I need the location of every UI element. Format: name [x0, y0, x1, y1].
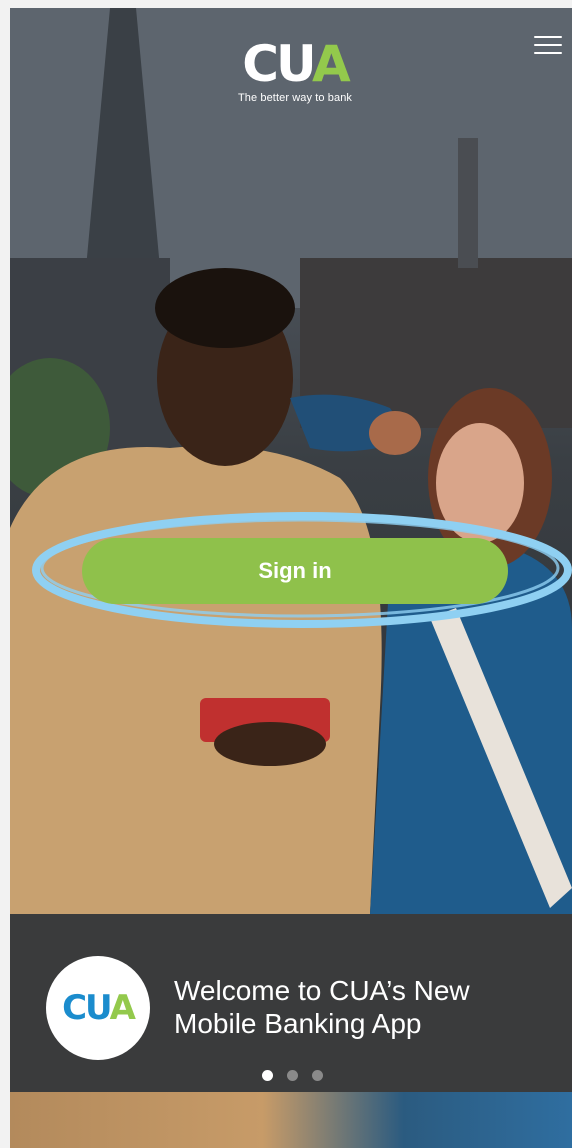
menu-line-top — [534, 36, 562, 38]
cua-logo-badge: CUA — [46, 956, 150, 1060]
menu-line-middle — [534, 44, 562, 46]
wordmark-main: CU — [242, 35, 315, 93]
carousel-dot-2[interactable] — [287, 1070, 298, 1081]
welcome-carousel[interactable]: CUA Welcome to CUA’s New Mobile Banking … — [10, 914, 572, 1092]
next-image-peek — [10, 1092, 572, 1148]
menu-line-bottom — [534, 52, 562, 54]
welcome-line-1: Welcome to CUA’s New — [174, 975, 470, 1006]
hero-image: CUA The better way to bank Sign in — [10, 8, 572, 914]
hamburger-menu-icon[interactable] — [534, 34, 562, 56]
welcome-line-2: Mobile Banking App — [174, 1008, 422, 1039]
wordmark-accent: A — [312, 35, 351, 93]
cua-badge-wordmark: CUA — [62, 988, 136, 1028]
cua-logo: CUA The better way to bank — [210, 38, 380, 108]
signin-highlight-area: Sign in — [32, 498, 572, 628]
sign-in-button[interactable]: Sign in — [82, 538, 508, 604]
cua-wordmark: CUA — [210, 38, 380, 90]
carousel-pagination — [262, 1070, 323, 1082]
carousel-dot-3[interactable] — [312, 1070, 323, 1081]
welcome-message: Welcome to CUA’s New Mobile Banking App — [174, 974, 534, 1040]
badge-accent: A — [109, 988, 136, 1028]
badge-main: CU — [62, 988, 111, 1028]
app-frame: CUA The better way to bank Sign in CUA W… — [10, 8, 572, 1148]
hero-illustration — [10, 8, 572, 914]
tagline: The better way to bank — [237, 92, 353, 104]
carousel-dot-1[interactable] — [262, 1070, 273, 1081]
